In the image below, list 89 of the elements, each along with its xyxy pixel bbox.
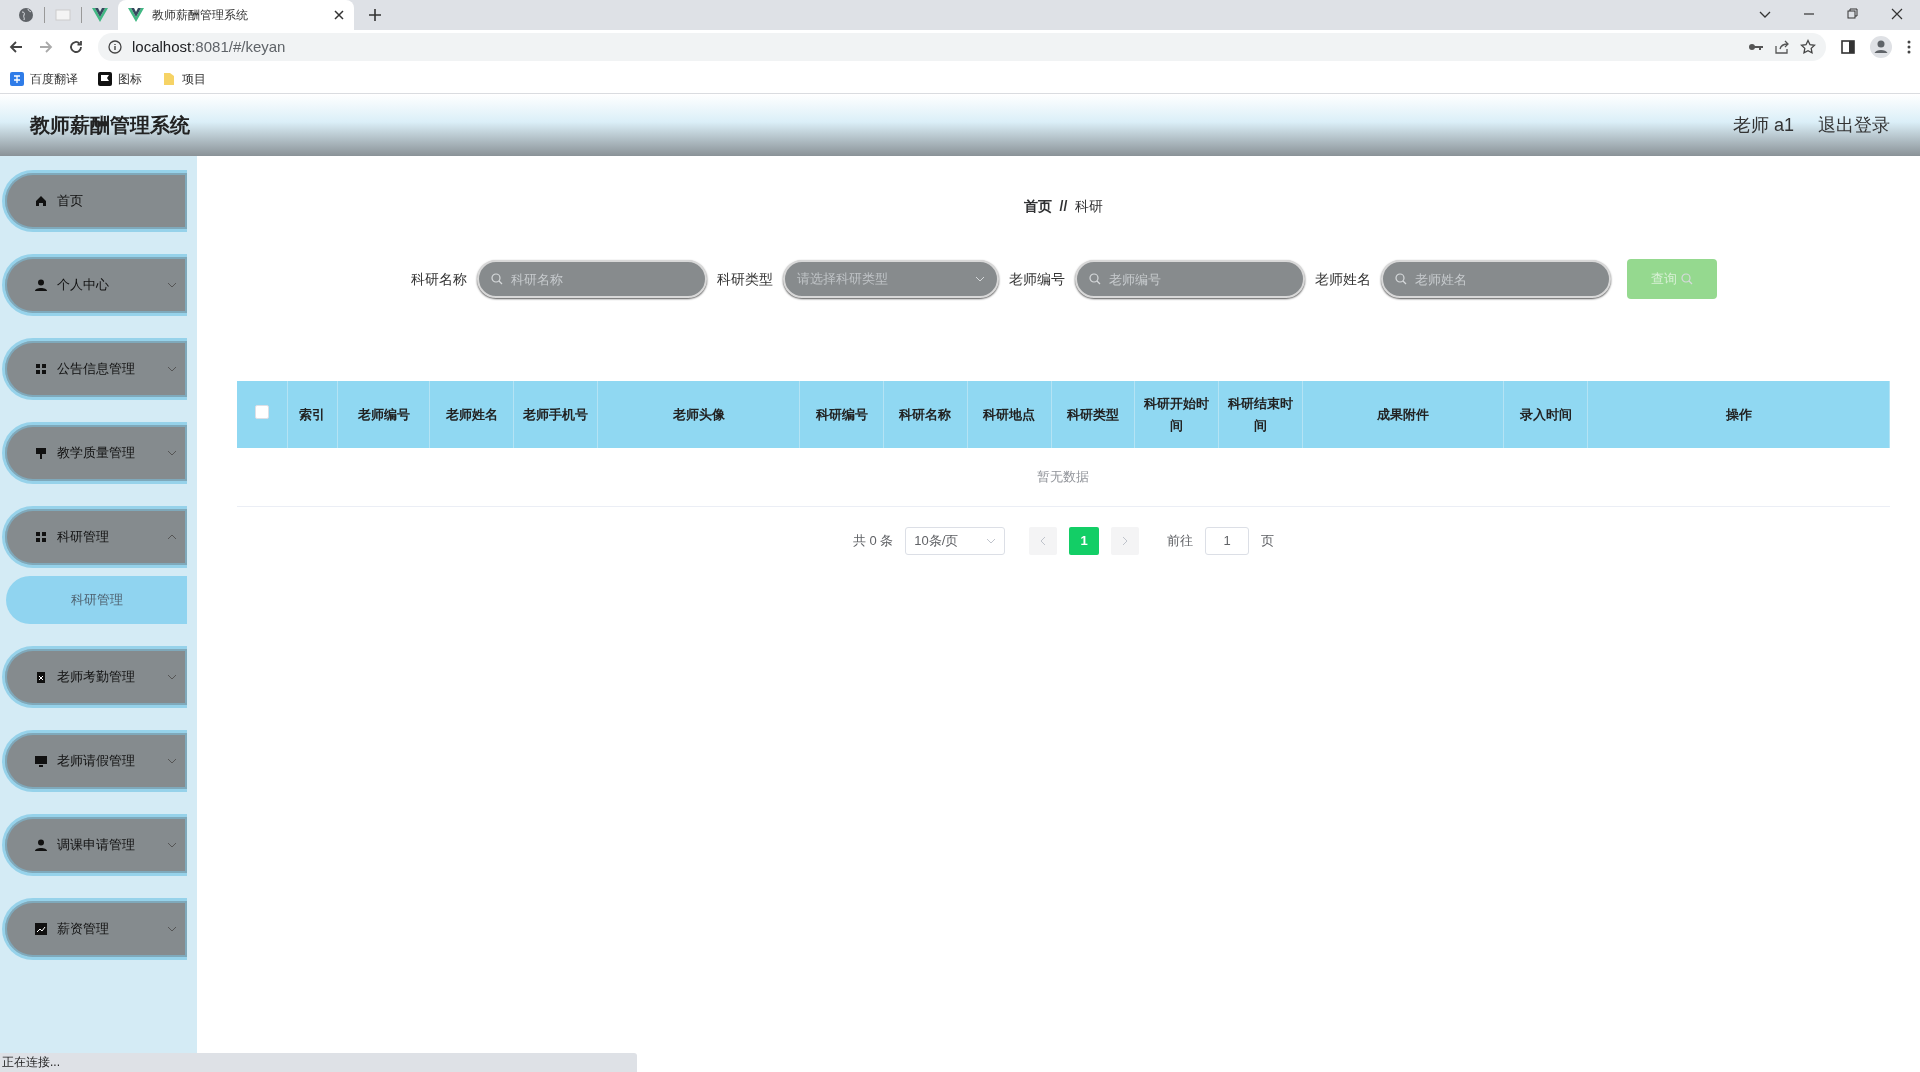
bookmark[interactable]: 百度翻译 [10,69,78,88]
column-header: 科研开始时间 [1134,381,1219,448]
field-label: 科研类型 [716,269,773,289]
search-field[interactable]: 老师编号 [1074,260,1305,298]
column-header: 录入时间 [1503,381,1588,448]
sidebar-item[interactable]: 公告信息管理 [2,338,187,400]
close-icon[interactable] [334,10,344,20]
chevron-right-icon [1122,535,1129,546]
search-icon [1680,273,1693,285]
search-icon [1088,273,1101,285]
chevron-left-icon [1040,535,1047,546]
column-header: 科研结束时间 [1218,381,1303,448]
person-icon [35,839,47,851]
search-icon [490,273,503,285]
submenu-item[interactable]: 科研管理 [6,576,187,624]
share-icon[interactable] [1774,39,1790,55]
url-text: localhost:8081/#/keyan [132,36,286,57]
column-header: 老师姓名 [429,381,514,448]
checkbox[interactable] [254,404,269,419]
page-input[interactable]: 1 [1205,526,1250,555]
info-icon[interactable] [108,40,122,54]
breadcrumb-separator: // [1059,197,1068,216]
globe-icon [18,7,34,23]
tab-title: 教师薪酬管理系统 [152,7,249,24]
column-header: 操作 [1587,381,1890,448]
page-icon [55,7,71,23]
search-field[interactable]: 老师姓名 [1380,260,1611,298]
column-header: 科研名称 [883,381,968,448]
sidepanel-icon[interactable] [1840,39,1856,55]
signboard-icon [35,447,47,459]
goto-label: 前往 [1167,531,1194,550]
column-header: 成果附件 [1302,381,1504,448]
search-field[interactable]: 科研名称 [476,260,707,298]
page-suffix: 页 [1261,531,1275,550]
reload-icon[interactable] [68,39,84,55]
sidebar-item[interactable]: 调课申请管理 [2,814,187,876]
home-icon [35,195,47,207]
column-header: 老师头像 [597,381,800,448]
vue-logo-icon [128,7,144,23]
search-icon [1394,273,1407,285]
monitor-icon [35,755,47,767]
address-bar[interactable]: localhost:8081/#/keyan [98,33,1826,61]
folder-icon [162,71,176,86]
page-size-select[interactable]: 10条/页 [905,526,1006,555]
column-header: 索引 [287,381,338,448]
bookmark[interactable]: 项目 [162,69,206,88]
grid-icon [35,531,47,543]
field-label: 老师编号 [1008,269,1065,289]
sidebar-item[interactable]: 首页 [2,170,187,232]
app-title: 教师薪酬管理系统 [30,113,190,138]
logout-link[interactable]: 退出登录 [1818,111,1890,139]
column-header: 科研类型 [1051,381,1135,448]
breadcrumb-item[interactable]: 首页 [1023,196,1052,217]
column-header: 科研编号 [799,381,884,448]
star-icon[interactable] [1800,39,1816,55]
user-name: 老师 a1 [1732,113,1794,137]
profile-icon[interactable] [1870,36,1892,58]
sidebar-item[interactable]: 教学质量管理 [2,422,187,484]
sidebar-item[interactable]: 个人中心 [2,254,187,316]
grid-icon [35,363,47,375]
bookmark[interactable]: 图标 [98,69,142,88]
breadcrumb-item: 科研 [1075,197,1104,216]
menu-icon[interactable] [1906,39,1912,55]
sidebar-item[interactable]: 老师考勤管理 [2,646,187,708]
sidebar-item[interactable]: 科研管理 [2,506,187,568]
close-icon[interactable] [1890,7,1904,21]
chevron-icon [986,537,997,544]
column-header: 老师手机号 [513,381,598,448]
clipboard-icon [35,671,47,683]
back-icon[interactable] [8,39,24,55]
status-text: 正在连接... [0,1053,637,1072]
column-header: 老师编号 [337,381,430,448]
new-tab-icon[interactable] [368,8,382,22]
sidebar-item[interactable]: 老师请假管理 [2,730,187,792]
key-icon[interactable] [1748,42,1764,52]
empty-message: 暂无数据 [237,448,1890,506]
column-header: 科研地点 [967,381,1052,448]
field-label: 科研名称 [410,269,467,289]
chevron-icon [974,276,985,282]
field-label: 老师姓名 [1314,269,1371,289]
vue-logo-icon [92,7,108,23]
total-count: 共 0 条 [852,531,894,550]
browser-tab[interactable]: 教师薪酬管理系统 [118,0,354,30]
restore-icon[interactable] [1846,7,1860,21]
sidebar-item[interactable]: 薪资管理 [2,898,187,960]
translate-icon [10,71,24,86]
person-icon [35,279,47,291]
chart-icon [35,923,47,935]
flag-icon [98,71,112,86]
